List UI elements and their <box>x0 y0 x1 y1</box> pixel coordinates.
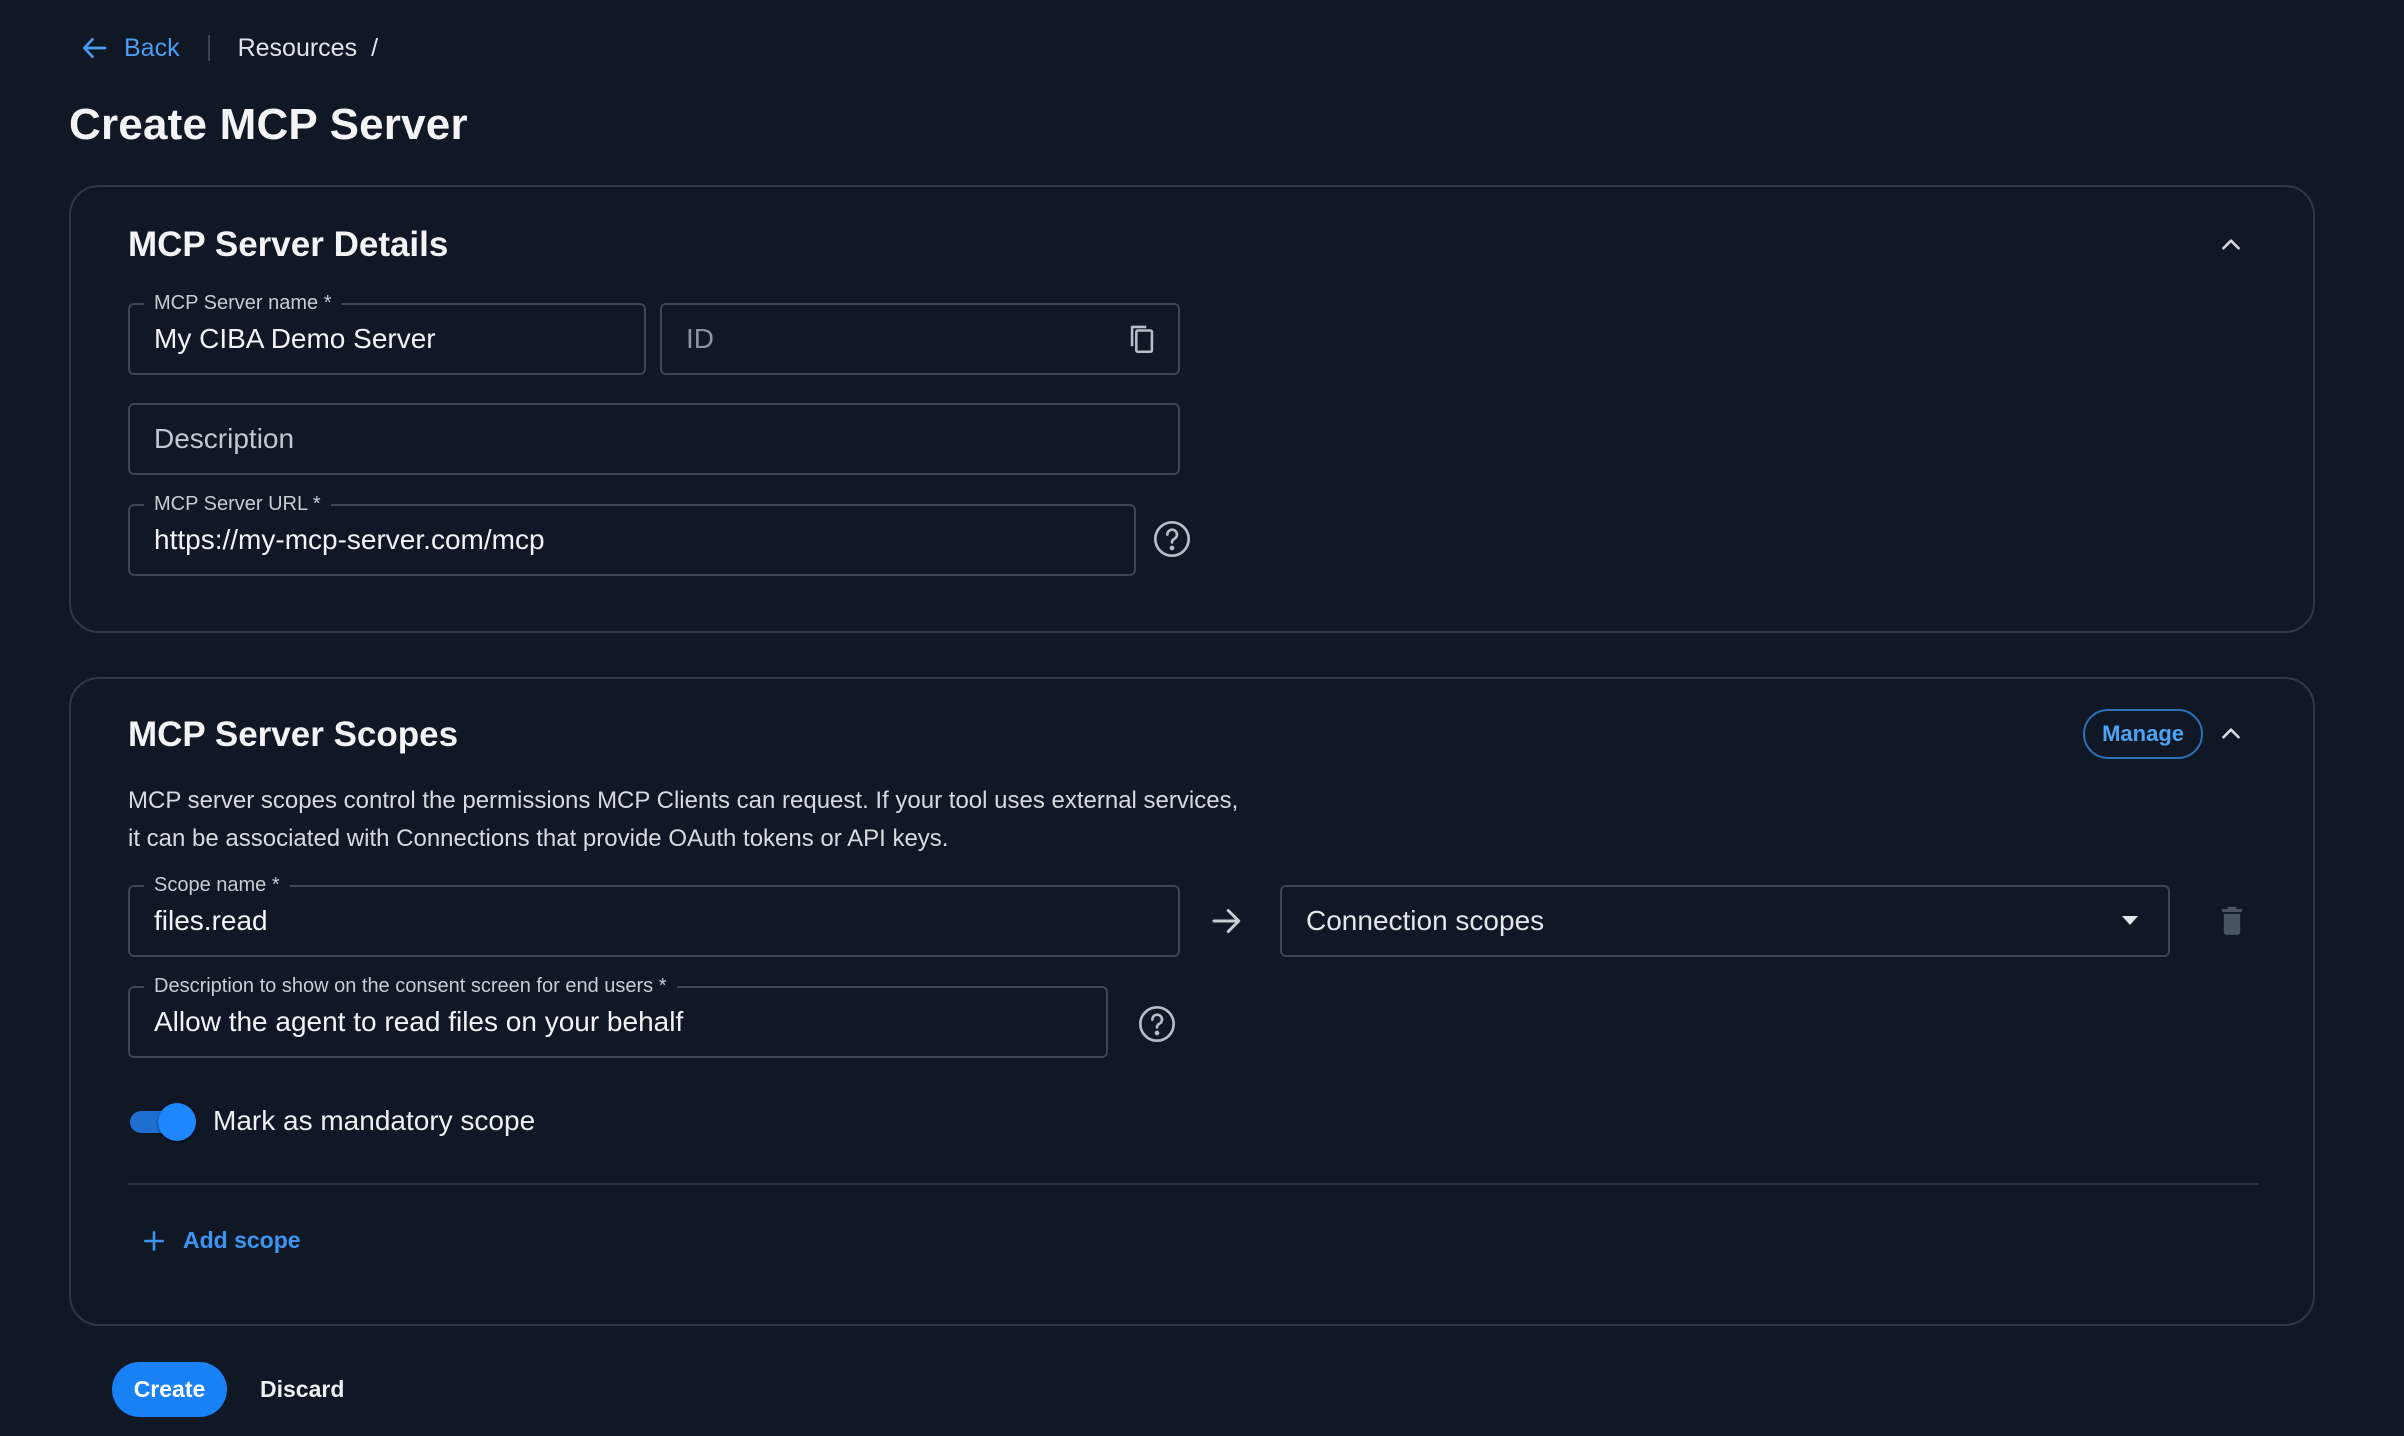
consent-description-field: Description to show on the consent scree… <box>128 973 1108 1058</box>
scopes-description-line-2: it can be associated with Connections th… <box>128 825 949 852</box>
id-field <box>660 303 1180 375</box>
manage-button[interactable]: Manage <box>2083 709 2203 759</box>
delete-scope-button[interactable] <box>2210 899 2254 943</box>
add-scope-button[interactable]: Add scope <box>141 1227 301 1254</box>
server-url-field: MCP Server URL * <box>128 491 1136 576</box>
arrow-right-icon <box>1212 909 1241 933</box>
details-collapse-button[interactable] <box>2211 225 2251 265</box>
id-input[interactable] <box>662 305 1178 373</box>
details-card-title: MCP Server Details <box>128 225 449 264</box>
scope-name-field: Scope name * <box>128 872 1180 957</box>
details-card: MCP Server Details MCP Server name * MCP… <box>69 185 2315 633</box>
url-help-button[interactable] <box>1151 518 1193 560</box>
chevron-up-icon <box>2222 728 2240 739</box>
breadcrumb: Back Resources / <box>80 28 378 68</box>
server-name-field: MCP Server name * <box>128 290 646 375</box>
help-circle-icon <box>1154 521 1190 557</box>
chevron-up-icon <box>2222 239 2240 250</box>
mandatory-scope-toggle[interactable] <box>128 1101 196 1141</box>
trash-icon <box>2222 906 2242 935</box>
help-circle-icon <box>1139 1006 1175 1042</box>
scopes-description-line-1: MCP server scopes control the permission… <box>128 787 1239 814</box>
page-title: Create MCP Server <box>69 100 468 149</box>
description-field <box>128 403 1180 475</box>
caret-down-icon <box>2122 916 2138 925</box>
server-name-input[interactable] <box>130 305 644 373</box>
plus-icon <box>144 1230 164 1251</box>
scopes-card-title: MCP Server Scopes <box>128 715 459 754</box>
create-button[interactable]: Create <box>112 1362 227 1417</box>
consent-description-input[interactable] <box>130 988 1106 1056</box>
discard-button[interactable]: Discard <box>243 1362 361 1417</box>
scopes-collapse-button[interactable] <box>2211 714 2251 754</box>
breadcrumb-resources[interactable]: Resources <box>238 34 358 63</box>
back-link[interactable]: Back <box>80 33 180 63</box>
copy-icon <box>1130 325 1154 354</box>
add-scope-label: Add scope <box>183 1227 301 1253</box>
breadcrumb-slash: / <box>371 33 379 62</box>
back-label: Back <box>124 33 180 62</box>
mapping-arrow <box>1206 901 1246 941</box>
connection-scopes-select[interactable]: Connection scopes <box>1280 885 2170 957</box>
scopes-divider <box>128 1183 2259 1185</box>
server-url-input[interactable] <box>130 506 1134 574</box>
consent-help-button[interactable] <box>1136 1003 1178 1045</box>
scopes-description: MCP server scopes control the permission… <box>128 782 1308 858</box>
toggle-thumb <box>158 1103 196 1141</box>
scope-name-input[interactable] <box>130 887 1178 955</box>
connection-scopes-placeholder: Connection scopes <box>1306 905 1545 936</box>
description-input[interactable] <box>130 405 1178 473</box>
breadcrumb-divider <box>207 35 210 61</box>
mandatory-scope-label: Mark as mandatory scope <box>213 1105 536 1136</box>
scopes-card: MCP Server Scopes Manage MCP server scop… <box>69 677 2315 1326</box>
arrow-left-icon <box>83 37 107 59</box>
copy-id-button[interactable] <box>1122 319 1162 359</box>
